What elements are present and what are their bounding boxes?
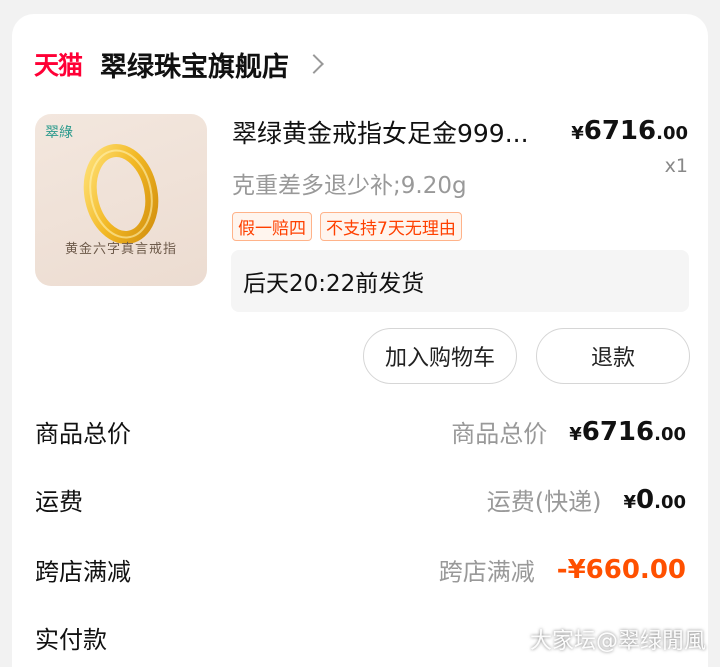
watermark: 大家坛@翠绿閒風 (529, 629, 706, 654)
delivery-info: 后天20:22前发货 (231, 250, 689, 312)
tmall-logo: 天猫 (34, 51, 83, 80)
shipping-amount: ¥0.00 (623, 485, 686, 515)
total-integer: 6716 (581, 416, 655, 447)
discount-sub-label: 跨店满减 (438, 558, 535, 586)
total-amount: ¥6716.00 (569, 417, 686, 447)
tag-fake-compensation: 假一赔四 (232, 212, 312, 241)
image-caption: 黄金六字真言戒指 (64, 242, 177, 257)
add-to-cart-button[interactable]: 加入购物车 (363, 328, 517, 384)
discount-amount: -¥660.00 (556, 554, 686, 585)
shipping-sub-label: 运费(快递) (486, 488, 602, 516)
total-label: 商品总价 (35, 420, 131, 448)
shipping-decimal: .00 (654, 491, 686, 513)
shipping-label: 运费 (35, 488, 83, 516)
product-spec: 克重差多退少补;9.20g (232, 173, 467, 199)
product-quantity: x1 (664, 155, 688, 177)
product-title[interactable]: 翠绿黄金戒指女足金999... (232, 114, 562, 150)
price-integer: 6716 (583, 116, 657, 146)
delivery-text: 后天20:22前发货 (243, 271, 425, 297)
store-header[interactable]: 天猫 翠绿珠宝旗舰店 (34, 44, 324, 84)
service-tags: 假一赔四 不支持7天无理由 (232, 212, 462, 241)
currency-symbol: ¥ (571, 123, 584, 144)
product-price: ¥6716.00 (571, 116, 688, 146)
summary-row-discount: 跨店满减 跨店满减 -¥660.00 (35, 552, 686, 592)
summary-row-shipping: 运费 运费(快递) ¥0.00 (35, 482, 686, 522)
price-decimal: .00 (656, 123, 688, 144)
paid-label: 实付款 (35, 626, 107, 654)
product-image[interactable]: 翠綠 黄金六字真言戒指 (35, 114, 207, 286)
summary-row-total: 商品总价 商品总价 ¥6716.00 (35, 414, 686, 454)
total-sub-label: 商品总价 (451, 420, 548, 448)
shipping-integer: 0 (636, 484, 655, 515)
total-decimal: .00 (654, 423, 686, 445)
chevron-right-icon (304, 54, 324, 74)
store-name[interactable]: 翠绿珠宝旗舰店 (100, 45, 289, 84)
refund-button[interactable]: 退款 (536, 328, 690, 384)
discount-label: 跨店满减 (35, 558, 131, 586)
shipping-currency: ¥ (623, 491, 637, 513)
total-currency: ¥ (569, 423, 582, 445)
gold-ring-icon (83, 144, 159, 244)
tag-no-7day-return: 不支持7天无理由 (320, 212, 462, 241)
